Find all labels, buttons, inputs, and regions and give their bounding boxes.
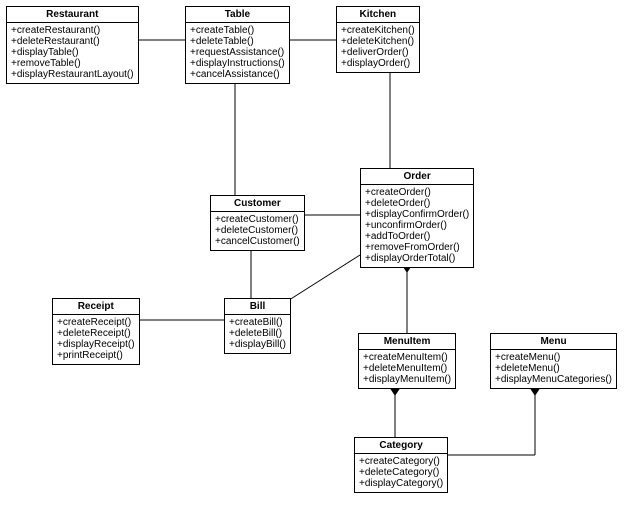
- class-body: +createKitchen() +deleteKitchen() +deliv…: [337, 23, 419, 72]
- class-receipt: Receipt +createReceipt() +deleteReceipt(…: [52, 298, 140, 365]
- method: +deliverOrder(): [341, 47, 415, 58]
- method: +displayOrderTotal(): [365, 253, 469, 264]
- class-customer: Customer +createCustomer() +deleteCustom…: [210, 195, 305, 251]
- method: +displayCategory(): [359, 478, 443, 489]
- method: +displayInstructions(): [190, 58, 285, 69]
- class-table: Table +createTable() +deleteTable() +req…: [185, 6, 290, 84]
- class-body: +createCustomer() +deleteCustomer() +can…: [211, 212, 304, 250]
- method: +cancelAssistance(): [190, 69, 285, 80]
- class-title: Order: [361, 169, 473, 185]
- method: +deleteTable(): [190, 36, 285, 47]
- class-body: +createMenuItem() +deleteMenuItem() +dis…: [359, 350, 455, 388]
- class-body: +createOrder() +deleteOrder() +displayCo…: [361, 185, 473, 267]
- method: +printReceipt(): [57, 350, 135, 361]
- method: +createOrder(): [365, 187, 469, 198]
- class-bill: Bill +createBill() +deleteBill() +displa…: [224, 298, 291, 354]
- class-body: +createTable() +deleteTable() +requestAs…: [186, 23, 289, 83]
- class-title: Customer: [211, 196, 304, 212]
- class-menuitem: MenuItem +createMenuItem() +deleteMenuIt…: [358, 333, 456, 389]
- class-title: Bill: [225, 299, 290, 315]
- class-menu: Menu +createMenu() +deleteMenu() +displa…: [490, 333, 617, 389]
- method: +displayMenuCategories(): [495, 374, 612, 385]
- class-order: Order +createOrder() +deleteOrder() +dis…: [360, 168, 474, 268]
- class-body: +createReceipt() +deleteReceipt() +displ…: [53, 315, 139, 364]
- method: +createMenu(): [495, 352, 612, 363]
- class-title: Table: [186, 7, 289, 23]
- method: +deleteMenu(): [495, 363, 612, 374]
- method: +removeTable(): [11, 58, 134, 69]
- method: +displayMenuItem(): [363, 374, 451, 385]
- class-restaurant: Restaurant +createRestaurant() +deleteRe…: [6, 6, 139, 84]
- method: +deleteRestaurant(): [11, 36, 134, 47]
- method: +displayRestaurantLayout(): [11, 69, 134, 80]
- method: +addToOrder(): [365, 231, 469, 242]
- class-body: +createBill() +deleteBill() +displayBill…: [225, 315, 290, 353]
- method: +unconfirmOrder(): [365, 220, 469, 231]
- class-category: Category +createCategory() +deleteCatego…: [354, 437, 448, 493]
- class-body: +createMenu() +deleteMenu() +displayMenu…: [491, 350, 616, 388]
- class-title: Menu: [491, 334, 616, 350]
- method: +createTable(): [190, 25, 285, 36]
- method: +createCategory(): [359, 456, 443, 467]
- method: +createBill(): [229, 317, 286, 328]
- method: +removeFromOrder(): [365, 242, 469, 253]
- method: +createReceipt(): [57, 317, 135, 328]
- method: +deleteCustomer(): [215, 225, 300, 236]
- method: +createMenuItem(): [363, 352, 451, 363]
- method: +deleteOrder(): [365, 198, 469, 209]
- method: +cancelCustomer(): [215, 236, 300, 247]
- method: +createCustomer(): [215, 214, 300, 225]
- method: +createRestaurant(): [11, 25, 134, 36]
- method: +createKitchen(): [341, 25, 415, 36]
- class-title: MenuItem: [359, 334, 455, 350]
- method: +displayTable(): [11, 47, 134, 58]
- class-body: +createCategory() +deleteCategory() +dis…: [355, 454, 447, 492]
- method: +deleteReceipt(): [57, 328, 135, 339]
- class-title: Restaurant: [7, 7, 138, 23]
- method: +displayBill(): [229, 339, 286, 350]
- class-title: Category: [355, 438, 447, 454]
- method: +deleteBill(): [229, 328, 286, 339]
- class-kitchen: Kitchen +createKitchen() +deleteKitchen(…: [336, 6, 420, 73]
- class-title: Receipt: [53, 299, 139, 315]
- class-body: +createRestaurant() +deleteRestaurant() …: [7, 23, 138, 83]
- method: +deleteKitchen(): [341, 36, 415, 47]
- method: +requestAssistance(): [190, 47, 285, 58]
- method: +displayConfirmOrder(): [365, 209, 469, 220]
- method: +deleteMenuItem(): [363, 363, 451, 374]
- method: +deleteCategory(): [359, 467, 443, 478]
- method: +displayReceipt(): [57, 339, 135, 350]
- method: +displayOrder(): [341, 58, 415, 69]
- class-title: Kitchen: [337, 7, 419, 23]
